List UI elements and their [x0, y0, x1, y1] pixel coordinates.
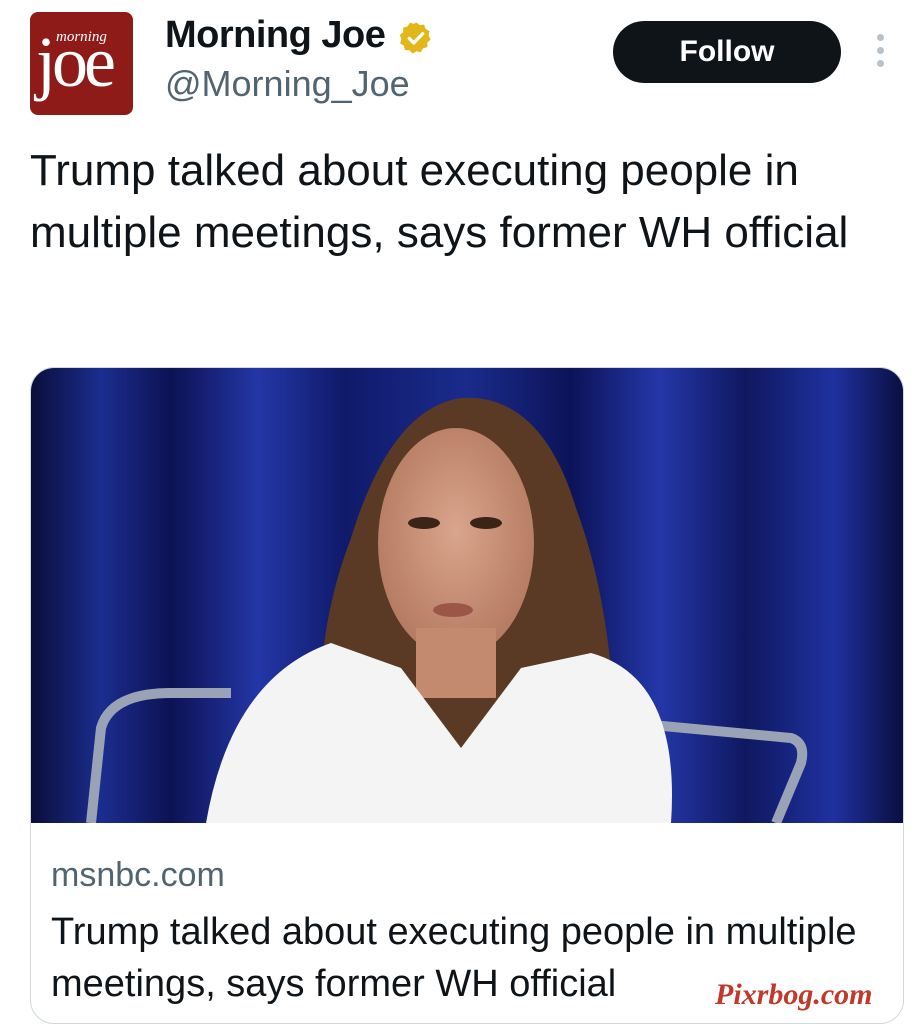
card-domain: msnbc.com [51, 856, 225, 894]
display-name[interactable]: Morning Joe [165, 14, 386, 57]
verified-badge-icon [399, 22, 431, 54]
avatar[interactable]: joe morning [30, 12, 133, 115]
more-options-icon[interactable] [872, 34, 888, 74]
tweet-text: Trump talked about executing people in m… [30, 146, 849, 257]
avatar-logo-subtext: morning [56, 29, 107, 45]
user-handle[interactable]: @Morning_Joe [165, 63, 410, 105]
watermark: Pixrbog.com [715, 978, 873, 1011]
link-preview-card[interactable]: msnbc.com Trump talked about executing p… [30, 367, 904, 1024]
card-photo[interactable] [31, 368, 903, 823]
follow-button[interactable]: Follow [613, 21, 841, 83]
